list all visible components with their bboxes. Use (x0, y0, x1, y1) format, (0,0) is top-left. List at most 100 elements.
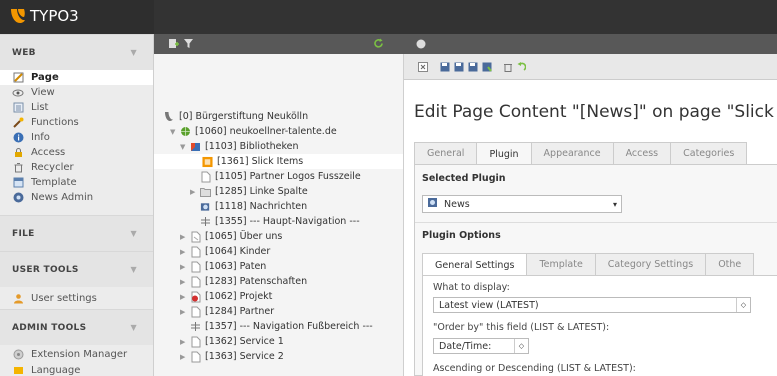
module-item-view[interactable]: View (0, 85, 153, 100)
page-tree: [0] Bürgerstiftung Neukölln ▼ [1060] neu… (154, 54, 404, 376)
world-icon (164, 111, 175, 123)
what-to-display-select[interactable]: Latest view (LATEST) ◇ (433, 297, 751, 313)
order-by-select[interactable]: Date/Time: ◇ (433, 338, 529, 354)
module-menu: WEB ▼ Page View List Functions Info Acce… (0, 34, 154, 376)
page-icon (190, 231, 201, 243)
save-and-close-icon[interactable] (482, 62, 493, 75)
tree-node[interactable]: [1118] Nachrichten (190, 199, 307, 214)
page-icon (190, 351, 201, 363)
subtab-template[interactable]: Template (526, 253, 596, 275)
refresh-icon[interactable] (373, 38, 384, 52)
form-tabs: General Plugin Appearance Access Categor… (414, 142, 748, 165)
tree-node[interactable]: ▶ [1065] Über uns (180, 229, 282, 244)
module-item-news-admin[interactable]: News Admin (0, 190, 153, 205)
tab-appearance[interactable]: Appearance (530, 142, 614, 164)
tree-node-label: [1361] Slick Items (217, 156, 304, 167)
group-head-web[interactable]: WEB ▼ (0, 34, 153, 70)
tree-node[interactable]: [1105] Partner Logos Fusszeile (200, 169, 361, 184)
collapse-arrow-icon[interactable]: ▼ (170, 128, 178, 136)
tree-node[interactable]: ▶ [1064] Kinder (180, 244, 270, 259)
module-item-functions[interactable]: Functions (0, 115, 153, 130)
folder-icon (200, 186, 211, 198)
module-item-template[interactable]: Template (0, 175, 153, 190)
tab-access[interactable]: Access (612, 142, 672, 164)
module-item-list[interactable]: List (0, 100, 153, 115)
module-item-extension-manager[interactable]: Extension Manager (0, 345, 153, 363)
delete-icon[interactable] (503, 62, 513, 75)
collapse-arrow-icon[interactable]: ▼ (180, 143, 188, 151)
top-toolbar (154, 0, 777, 34)
tree-node-label: [1362] Service 1 (205, 336, 284, 347)
collapse-icon[interactable]: ▼ (131, 323, 137, 332)
tree-node[interactable]: [1355] --- Haupt-Navigation --- (190, 214, 360, 229)
save-and-new-icon[interactable] (468, 62, 479, 75)
tree-node[interactable]: [1357] --- Navigation Fußbereich --- (180, 319, 373, 334)
expand-arrow-icon[interactable]: ▶ (180, 263, 188, 271)
module-item-recycler[interactable]: Recycler (0, 160, 153, 175)
module-item-language[interactable]: Language (0, 363, 153, 376)
what-to-display-label: What to display: (433, 282, 510, 293)
expand-arrow-icon[interactable]: ▶ (180, 338, 188, 346)
select-value: Date/Time: (439, 340, 492, 352)
subtab-general-settings[interactable]: General Settings (422, 253, 528, 276)
tree-node[interactable]: ▶ [1285] Linke Spalte (190, 184, 308, 199)
save-and-view-icon[interactable] (454, 62, 465, 75)
tree-node-label: [1103] Bibliotheken (205, 141, 299, 152)
divider (415, 222, 777, 223)
module-label: View (31, 87, 55, 98)
module-item-access[interactable]: Access (0, 145, 153, 160)
expand-arrow-icon[interactable]: ▶ (180, 233, 188, 241)
plugin-page-icon (202, 156, 213, 168)
content-area: Edit Page Content "[News]" on page "Slic… (404, 80, 777, 376)
filter-icon[interactable] (183, 38, 194, 52)
tab-general[interactable]: General (414, 142, 478, 164)
help-icon[interactable] (416, 39, 426, 52)
plugin-select[interactable]: News ▾ (422, 195, 622, 213)
plugin-select-value: News (444, 198, 470, 210)
collapse-icon[interactable]: ▼ (131, 265, 137, 274)
module-label: Functions (31, 117, 79, 128)
expand-arrow-icon[interactable]: ▶ (190, 188, 198, 196)
typo3-logo[interactable]: TYPO3 (10, 7, 79, 25)
close-icon[interactable] (418, 62, 428, 75)
selected-plugin-heading: Selected Plugin (422, 173, 506, 184)
tree-node[interactable]: ▶ [1063] Paten (180, 259, 266, 274)
tree-node-selected[interactable]: [1361] Slick Items (154, 154, 403, 169)
expand-arrow-icon[interactable]: ▶ (180, 308, 188, 316)
new-page-icon[interactable] (168, 38, 179, 52)
module-item-page[interactable]: Page (0, 70, 153, 85)
expand-arrow-icon[interactable]: ▶ (180, 248, 188, 256)
group-head-admin-tools[interactable]: ADMIN TOOLS ▼ (0, 309, 153, 345)
language-icon (12, 365, 24, 376)
module-label: Recycler (31, 162, 74, 173)
expand-arrow-icon[interactable]: ▶ (180, 293, 188, 301)
tree-node[interactable]: ▶ [1284] Partner (180, 304, 274, 319)
collapse-icon[interactable]: ▼ (131, 229, 137, 238)
module-item-user-settings[interactable]: User settings (0, 287, 153, 309)
tree-node[interactable]: ▼ [1060] neukoellner-talente.de (170, 124, 337, 139)
tree-node[interactable]: ▶ [1363] Service 2 (180, 349, 284, 364)
group-head-user-tools[interactable]: USER TOOLS ▼ (0, 251, 153, 287)
subtab-category-settings[interactable]: Category Settings (594, 253, 707, 275)
undo-icon[interactable] (516, 62, 527, 75)
tab-plugin[interactable]: Plugin (476, 142, 532, 165)
page-restricted-icon (190, 291, 201, 303)
module-label: Extension Manager (31, 348, 128, 360)
page-icon (190, 306, 201, 318)
tree-toolbar (154, 34, 404, 54)
group-head-file[interactable]: FILE ▼ (0, 215, 153, 251)
module-item-info[interactable]: Info (0, 130, 153, 145)
tree-node[interactable]: ▶ [1362] Service 1 (180, 334, 284, 349)
tree-node[interactable]: ▼ [1103] Bibliotheken (180, 139, 299, 154)
save-icon[interactable] (440, 62, 451, 75)
expand-arrow-icon[interactable]: ▶ (180, 353, 188, 361)
tree-node-root[interactable]: [0] Bürgerstiftung Neukölln (164, 109, 308, 124)
tree-node-label: [1283] Patenschaften (205, 276, 308, 287)
collapse-icon[interactable]: ▼ (131, 48, 137, 57)
tab-categories[interactable]: Categories (670, 142, 748, 164)
tree-node[interactable]: ▶ [1283] Patenschaften (180, 274, 307, 289)
expand-arrow-icon[interactable]: ▶ (180, 278, 188, 286)
tree-node[interactable]: ▶ [1062] Projekt (180, 289, 272, 304)
page-icon (190, 246, 201, 258)
subtab-other[interactable]: Othe (705, 253, 755, 275)
